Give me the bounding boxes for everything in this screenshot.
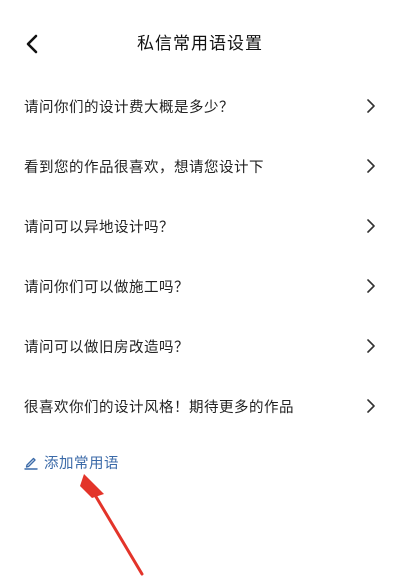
page-title: 私信常用语设置 [137,34,263,54]
chevron-right-icon [364,279,378,293]
phrase-label: 请问你们可以做施工吗？ [24,279,189,296]
phrase-item[interactable]: 请问你们的设计费大概是多少？ [0,76,400,136]
chevron-right-icon [364,159,378,173]
phrase-item[interactable]: 请问可以异地设计吗？ [0,196,400,256]
phrase-label: 很喜欢你们的设计风格！期待更多的作品 [24,399,294,416]
add-phrase-label: 添加常用语 [44,455,119,472]
chevron-right-icon [364,399,378,413]
pencil-icon [24,457,38,470]
add-phrase-button[interactable]: 添加常用语 [24,451,119,473]
chevron-right-icon [364,99,378,113]
phrase-list: 请问你们的设计费大概是多少？ 看到您的作品很喜欢，想请您设计下 请问可以异地设计… [0,76,400,436]
phrase-item[interactable]: 很喜欢你们的设计风格！期待更多的作品 [0,376,400,436]
phrase-label: 请问可以做旧房改造吗？ [24,339,189,356]
phrase-item[interactable]: 看到您的作品很喜欢，想请您设计下 [0,136,400,196]
phrase-label: 看到您的作品很喜欢，想请您设计下 [24,159,264,176]
phrase-label: 请问可以异地设计吗？ [24,219,174,236]
chevron-right-icon [364,219,378,233]
phrase-item[interactable]: 请问你们可以做施工吗？ [0,256,400,316]
chevron-right-icon [364,339,378,353]
phrase-item[interactable]: 请问可以做旧房改造吗？ [0,316,400,376]
phrase-label: 请问你们的设计费大概是多少？ [24,99,234,116]
